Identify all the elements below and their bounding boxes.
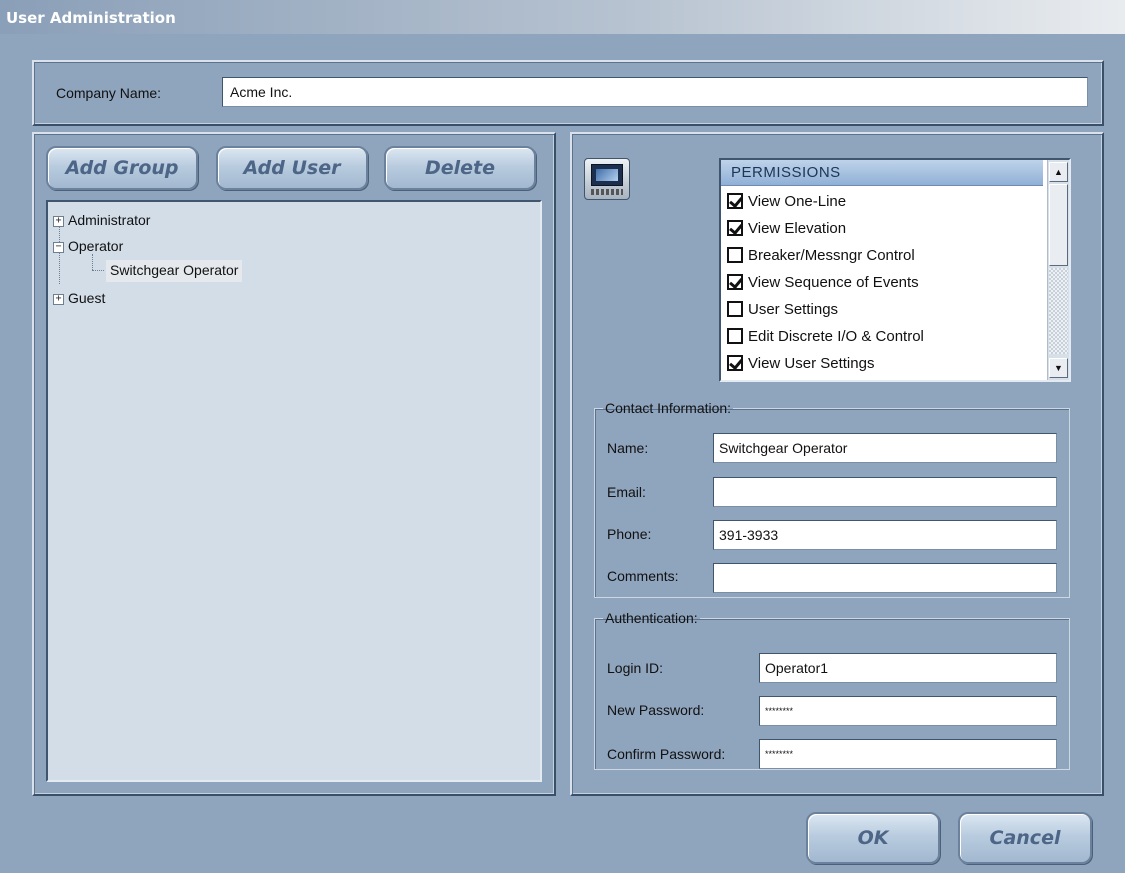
checkbox-unchecked-icon[interactable] bbox=[727, 328, 743, 345]
delete-button[interactable]: Delete bbox=[384, 146, 536, 190]
permission-item[interactable]: View Elevation bbox=[727, 217, 1041, 244]
confirm-password-field[interactable]: ******** bbox=[759, 739, 1057, 769]
permission-label: User Settings bbox=[748, 301, 839, 318]
comments-label: Comments: bbox=[607, 568, 679, 584]
permission-item[interactable]: Breaker/Messngr Control bbox=[727, 244, 1041, 271]
collapse-icon[interactable]: − bbox=[53, 241, 64, 253]
add-user-button[interactable]: Add User bbox=[216, 146, 368, 190]
window-title: User Administration bbox=[0, 0, 1125, 34]
permission-label: View User Settings bbox=[748, 355, 875, 372]
name-field[interactable]: Switchgear Operator bbox=[713, 433, 1057, 463]
tree-node-label: Administrator bbox=[68, 212, 151, 228]
authentication-legend: Authentication: bbox=[605, 610, 698, 626]
scroll-track[interactable] bbox=[1049, 268, 1068, 354]
tree-node-label: Operator bbox=[68, 238, 124, 254]
permission-label: Edit Discrete I/O & Control bbox=[748, 328, 924, 345]
checkbox-checked-icon[interactable] bbox=[727, 193, 743, 210]
tree-node-administrator[interactable]: + Administrator bbox=[53, 210, 150, 232]
groups-panel: Add Group Add User Delete + Administrator… bbox=[32, 132, 556, 796]
tree-node-switchgear-operator[interactable]: Switchgear Operator bbox=[106, 260, 243, 282]
permissions-scrollbar[interactable]: ▲ ▼ bbox=[1047, 160, 1069, 380]
contact-info-group: Contact Information: Name: Switchgear Op… bbox=[594, 400, 1070, 598]
permissions-items: View One-Line View Elevation Breaker/Messn… bbox=[727, 190, 1041, 379]
phone-label: Phone: bbox=[607, 526, 652, 542]
user-details-panel: PERMISSIONS View One-Line View Elevation B… bbox=[570, 132, 1104, 796]
permission-item[interactable]: View One-Line bbox=[727, 190, 1041, 217]
tree-node-guest[interactable]: + Guest bbox=[53, 288, 105, 310]
authentication-group: Authentication: Login ID: Operator1 New … bbox=[594, 610, 1070, 770]
tree-connector bbox=[92, 270, 104, 271]
new-password-field[interactable]: ******** bbox=[759, 696, 1057, 726]
comments-field[interactable] bbox=[713, 563, 1057, 593]
permission-label: View One-Line bbox=[748, 193, 847, 210]
permission-label: View Elevation bbox=[748, 220, 847, 237]
expand-icon[interactable]: + bbox=[53, 293, 64, 305]
login-id-label: Login ID: bbox=[607, 660, 664, 676]
checkbox-checked-icon[interactable] bbox=[727, 274, 743, 291]
user-admin-window: Company Name: Acme Inc. Add Group Add Us… bbox=[0, 34, 1125, 873]
name-label: Name: bbox=[607, 440, 649, 456]
new-password-label: New Password: bbox=[607, 702, 705, 718]
email-label: Email: bbox=[607, 484, 646, 500]
scroll-up-icon[interactable]: ▲ bbox=[1049, 162, 1068, 182]
permission-item[interactable]: View User Settings bbox=[727, 352, 1041, 379]
permission-item[interactable]: Edit Discrete I/O & Control bbox=[727, 325, 1041, 352]
checkbox-unchecked-icon[interactable] bbox=[727, 301, 743, 318]
company-panel: Company Name: Acme Inc. bbox=[32, 60, 1104, 126]
tree-node-label: Guest bbox=[68, 290, 106, 306]
checkbox-unchecked-icon[interactable] bbox=[727, 247, 743, 264]
tree-node-operator[interactable]: − Operator bbox=[53, 236, 123, 258]
cancel-button[interactable]: Cancel bbox=[958, 812, 1092, 864]
checkbox-checked-icon[interactable] bbox=[727, 220, 743, 237]
permissions-header: PERMISSIONS bbox=[721, 160, 1043, 186]
permission-label: Breaker/Messngr Control bbox=[748, 247, 915, 264]
scroll-down-icon[interactable]: ▼ bbox=[1049, 358, 1068, 378]
permission-label: View Sequence of Events bbox=[748, 274, 919, 291]
contact-info-legend: Contact Information: bbox=[605, 400, 732, 416]
email-field[interactable] bbox=[713, 477, 1057, 507]
permissions-list[interactable]: PERMISSIONS View One-Line View Elevation B… bbox=[719, 158, 1071, 382]
permission-item[interactable]: View Sequence of Events bbox=[727, 271, 1041, 298]
checkbox-checked-icon[interactable] bbox=[727, 355, 743, 372]
phone-field[interactable]: 391-3933 bbox=[713, 520, 1057, 550]
ok-button[interactable]: OK bbox=[806, 812, 940, 864]
permission-item[interactable]: User Settings bbox=[727, 298, 1041, 325]
confirm-password-label: Confirm Password: bbox=[607, 746, 726, 762]
login-id-field[interactable]: Operator1 bbox=[759, 653, 1057, 683]
add-group-button[interactable]: Add Group bbox=[46, 146, 198, 190]
company-name-input[interactable]: Acme Inc. bbox=[222, 77, 1088, 107]
user-tree[interactable]: + Administrator − Operator Switchgear Oper… bbox=[46, 200, 542, 782]
company-name-label: Company Name: bbox=[56, 85, 162, 101]
scroll-thumb[interactable] bbox=[1049, 184, 1068, 266]
expand-icon[interactable]: + bbox=[53, 215, 64, 227]
hmi-panel-icon bbox=[584, 158, 630, 200]
